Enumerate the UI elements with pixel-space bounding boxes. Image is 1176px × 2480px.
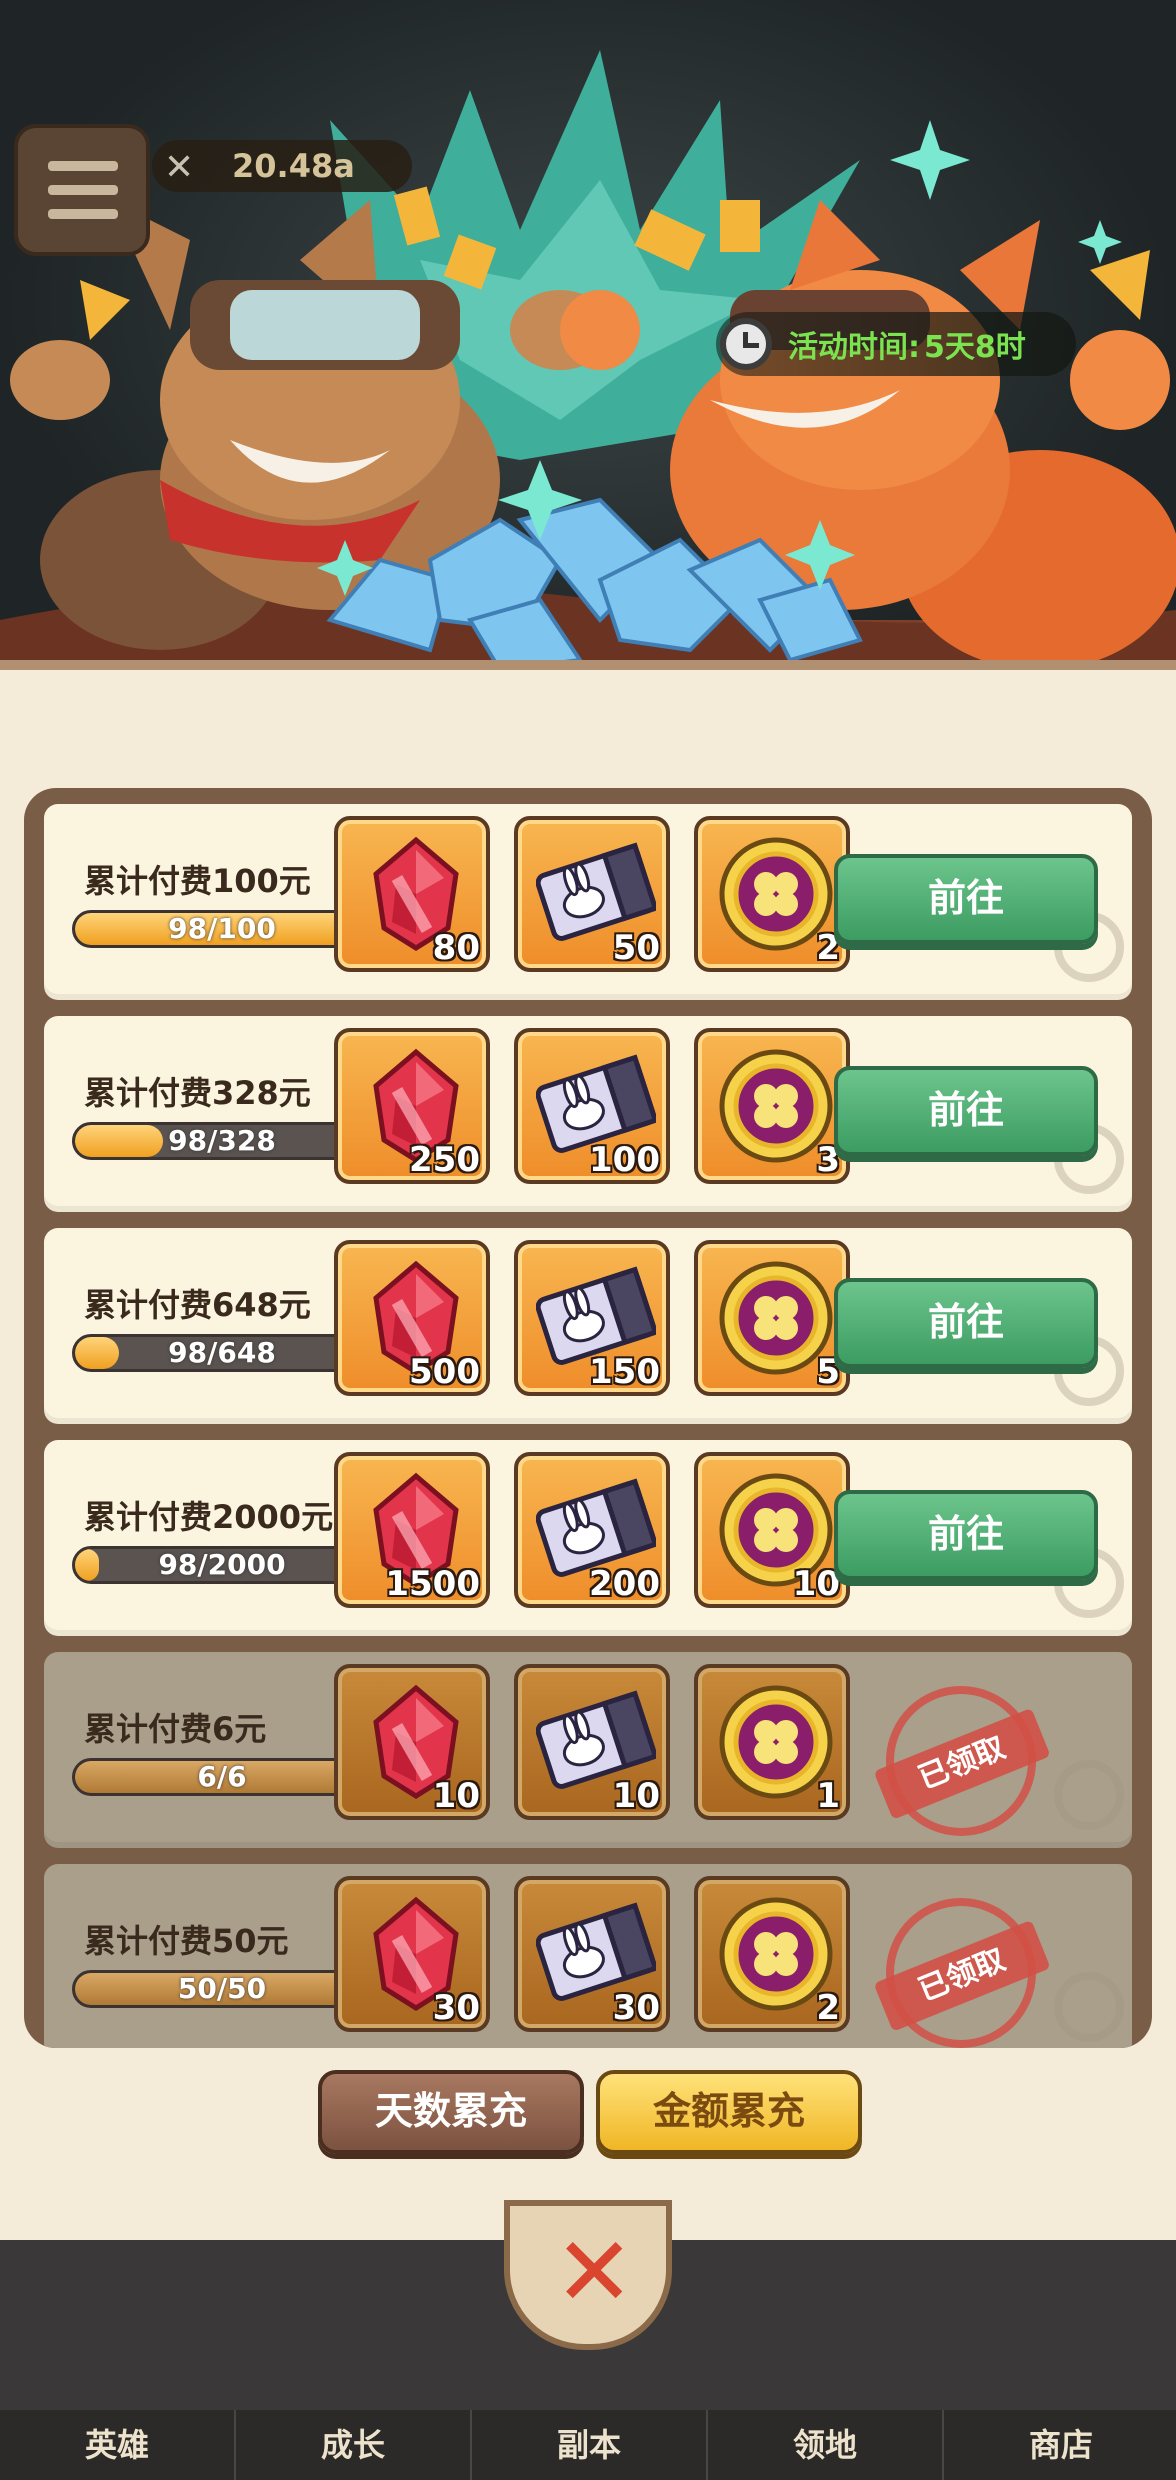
coin-reward[interactable]: 3 — [694, 1028, 850, 1184]
reward-amount: 2 — [816, 1988, 840, 2028]
progress-text: 98/100 — [168, 912, 276, 945]
progress-text: 98/328 — [168, 1124, 276, 1157]
reward-panel: 累计付费100元 98/100 80 50 2 前往 累计付费328元 98/328 250 10… — [0, 660, 1176, 2250]
timer-label: 活动时间: — [788, 330, 920, 365]
coin-reward[interactable]: 5 — [694, 1240, 850, 1396]
progress-bar: 98/648 — [72, 1334, 372, 1372]
gem-reward[interactable]: 30 — [334, 1876, 490, 2032]
reward-row: 累计付费50元 50/50 30 30 2 已领取 — [44, 1864, 1132, 2048]
row-title: 累计付费648元 — [84, 1286, 311, 1324]
reward-amount: 30 — [612, 1988, 660, 2028]
ticket-reward[interactable]: 50 — [514, 816, 670, 972]
reward-amount: 50 — [612, 928, 660, 968]
coin-reward[interactable]: 2 — [694, 816, 850, 972]
reward-amount: 30 — [432, 1988, 480, 2028]
progress-text: 98/2000 — [158, 1548, 286, 1581]
nav-dungeon[interactable]: 副本 — [472, 2410, 708, 2480]
tab-amount-recharge[interactable]: 金额累充 — [596, 2070, 862, 2154]
swirl-decoration — [1054, 1760, 1124, 1830]
claimed-stamp-label: 已领取 — [873, 1919, 1051, 2032]
row-title: 累计付费100元 — [84, 862, 311, 900]
progress-bar: 6/6 — [72, 1758, 372, 1796]
reward-row: 累计付费328元 98/328 250 100 3 前往 — [44, 1016, 1132, 1212]
progress-bar: 50/50 — [72, 1970, 372, 2008]
progress-text: 6/6 — [197, 1760, 247, 1793]
progress-bar: 98/2000 — [72, 1546, 372, 1584]
coin-reward[interactable]: 2 — [694, 1876, 850, 2032]
progress-text: 98/648 — [168, 1336, 276, 1369]
event-banner: ✕ 20.48a 活动时间: 5天8时 — [0, 0, 1176, 680]
go-button[interactable]: 前往 — [834, 854, 1098, 944]
reward-amount: 100 — [589, 1140, 660, 1180]
reward-amount: 80 — [432, 928, 480, 968]
reward-amount: 250 — [409, 1140, 480, 1180]
tab-days-recharge[interactable]: 天数累充 — [318, 2070, 584, 2154]
go-button[interactable]: 前往 — [834, 1066, 1098, 1156]
ticket-reward[interactable]: 30 — [514, 1876, 670, 2032]
claimed-stamp-label: 已领取 — [873, 1707, 1051, 1820]
reward-amount: 150 — [589, 1352, 660, 1392]
reward-row: 累计付费648元 98/648 500 150 5 前往 — [44, 1228, 1132, 1424]
row-title: 累计付费6元 — [84, 1710, 267, 1748]
coin-reward[interactable]: 10 — [694, 1452, 850, 1608]
gem-reward[interactable]: 500 — [334, 1240, 490, 1396]
timer-value: 5天8时 — [924, 330, 1026, 365]
reward-amount: 10 — [432, 1776, 480, 1816]
gem-reward[interactable]: 10 — [334, 1664, 490, 1820]
reward-row: 累计付费6元 6/6 10 10 1 已领取 — [44, 1652, 1132, 1859]
swirl-decoration — [1054, 1972, 1124, 2042]
go-button[interactable]: 前往 — [834, 1278, 1098, 1368]
clock-icon — [720, 318, 772, 370]
ticket-reward[interactable]: 200 — [514, 1452, 670, 1608]
row-title: 累计付费2000元 — [84, 1498, 334, 1536]
nav-growth[interactable]: 成长 — [236, 2410, 472, 2480]
reward-amount: 10 — [612, 1776, 660, 1816]
nav-hero[interactable]: 英雄 — [0, 2410, 236, 2480]
progress-bar: 98/100 — [72, 910, 372, 948]
claimed-stamp: 已领取 — [863, 1663, 1059, 1859]
nav-shop[interactable]: 商店 — [944, 2410, 1176, 2480]
reward-amount: 500 — [409, 1352, 480, 1392]
reward-amount: 200 — [589, 1564, 660, 1604]
gem-reward[interactable]: 80 — [334, 816, 490, 972]
menu-button[interactable] — [14, 124, 150, 256]
row-title: 累计付费328元 — [84, 1074, 311, 1112]
event-timer: 活动时间: 5天8时 — [716, 312, 1076, 376]
progress-bar: 98/328 — [72, 1122, 372, 1160]
power-display: ✕ 20.48a — [152, 140, 412, 192]
reward-list[interactable]: 累计付费100元 98/100 80 50 2 前往 累计付费328元 98/328 250 10… — [24, 788, 1152, 2048]
progress-text: 50/50 — [177, 1972, 267, 2005]
reward-amount: 10 — [792, 1564, 840, 1604]
reward-amount: 1 — [816, 1776, 840, 1816]
gem-reward[interactable]: 250 — [334, 1028, 490, 1184]
ticket-reward[interactable]: 100 — [514, 1028, 670, 1184]
row-title: 累计付费50元 — [84, 1922, 289, 1960]
close-button[interactable]: ✕ — [504, 2200, 672, 2350]
sword-icon: ✕ — [164, 147, 195, 188]
reward-amount: 1500 — [385, 1564, 480, 1604]
ticket-reward[interactable]: 10 — [514, 1664, 670, 1820]
close-icon: ✕ — [554, 2216, 635, 2328]
gem-reward[interactable]: 1500 — [334, 1452, 490, 1608]
ticket-reward[interactable]: 150 — [514, 1240, 670, 1396]
go-button[interactable]: 前往 — [834, 1490, 1098, 1580]
coin-reward[interactable]: 1 — [694, 1664, 850, 1820]
power-value: 20.48a — [232, 147, 355, 185]
nav-territory[interactable]: 领地 — [708, 2410, 944, 2480]
claimed-stamp: 已领取 — [863, 1875, 1059, 2048]
reward-row: 累计付费100元 98/100 80 50 2 前往 — [44, 804, 1132, 1000]
reward-row: 累计付费2000元 98/2000 1500 200 10 前往 — [44, 1440, 1132, 1636]
